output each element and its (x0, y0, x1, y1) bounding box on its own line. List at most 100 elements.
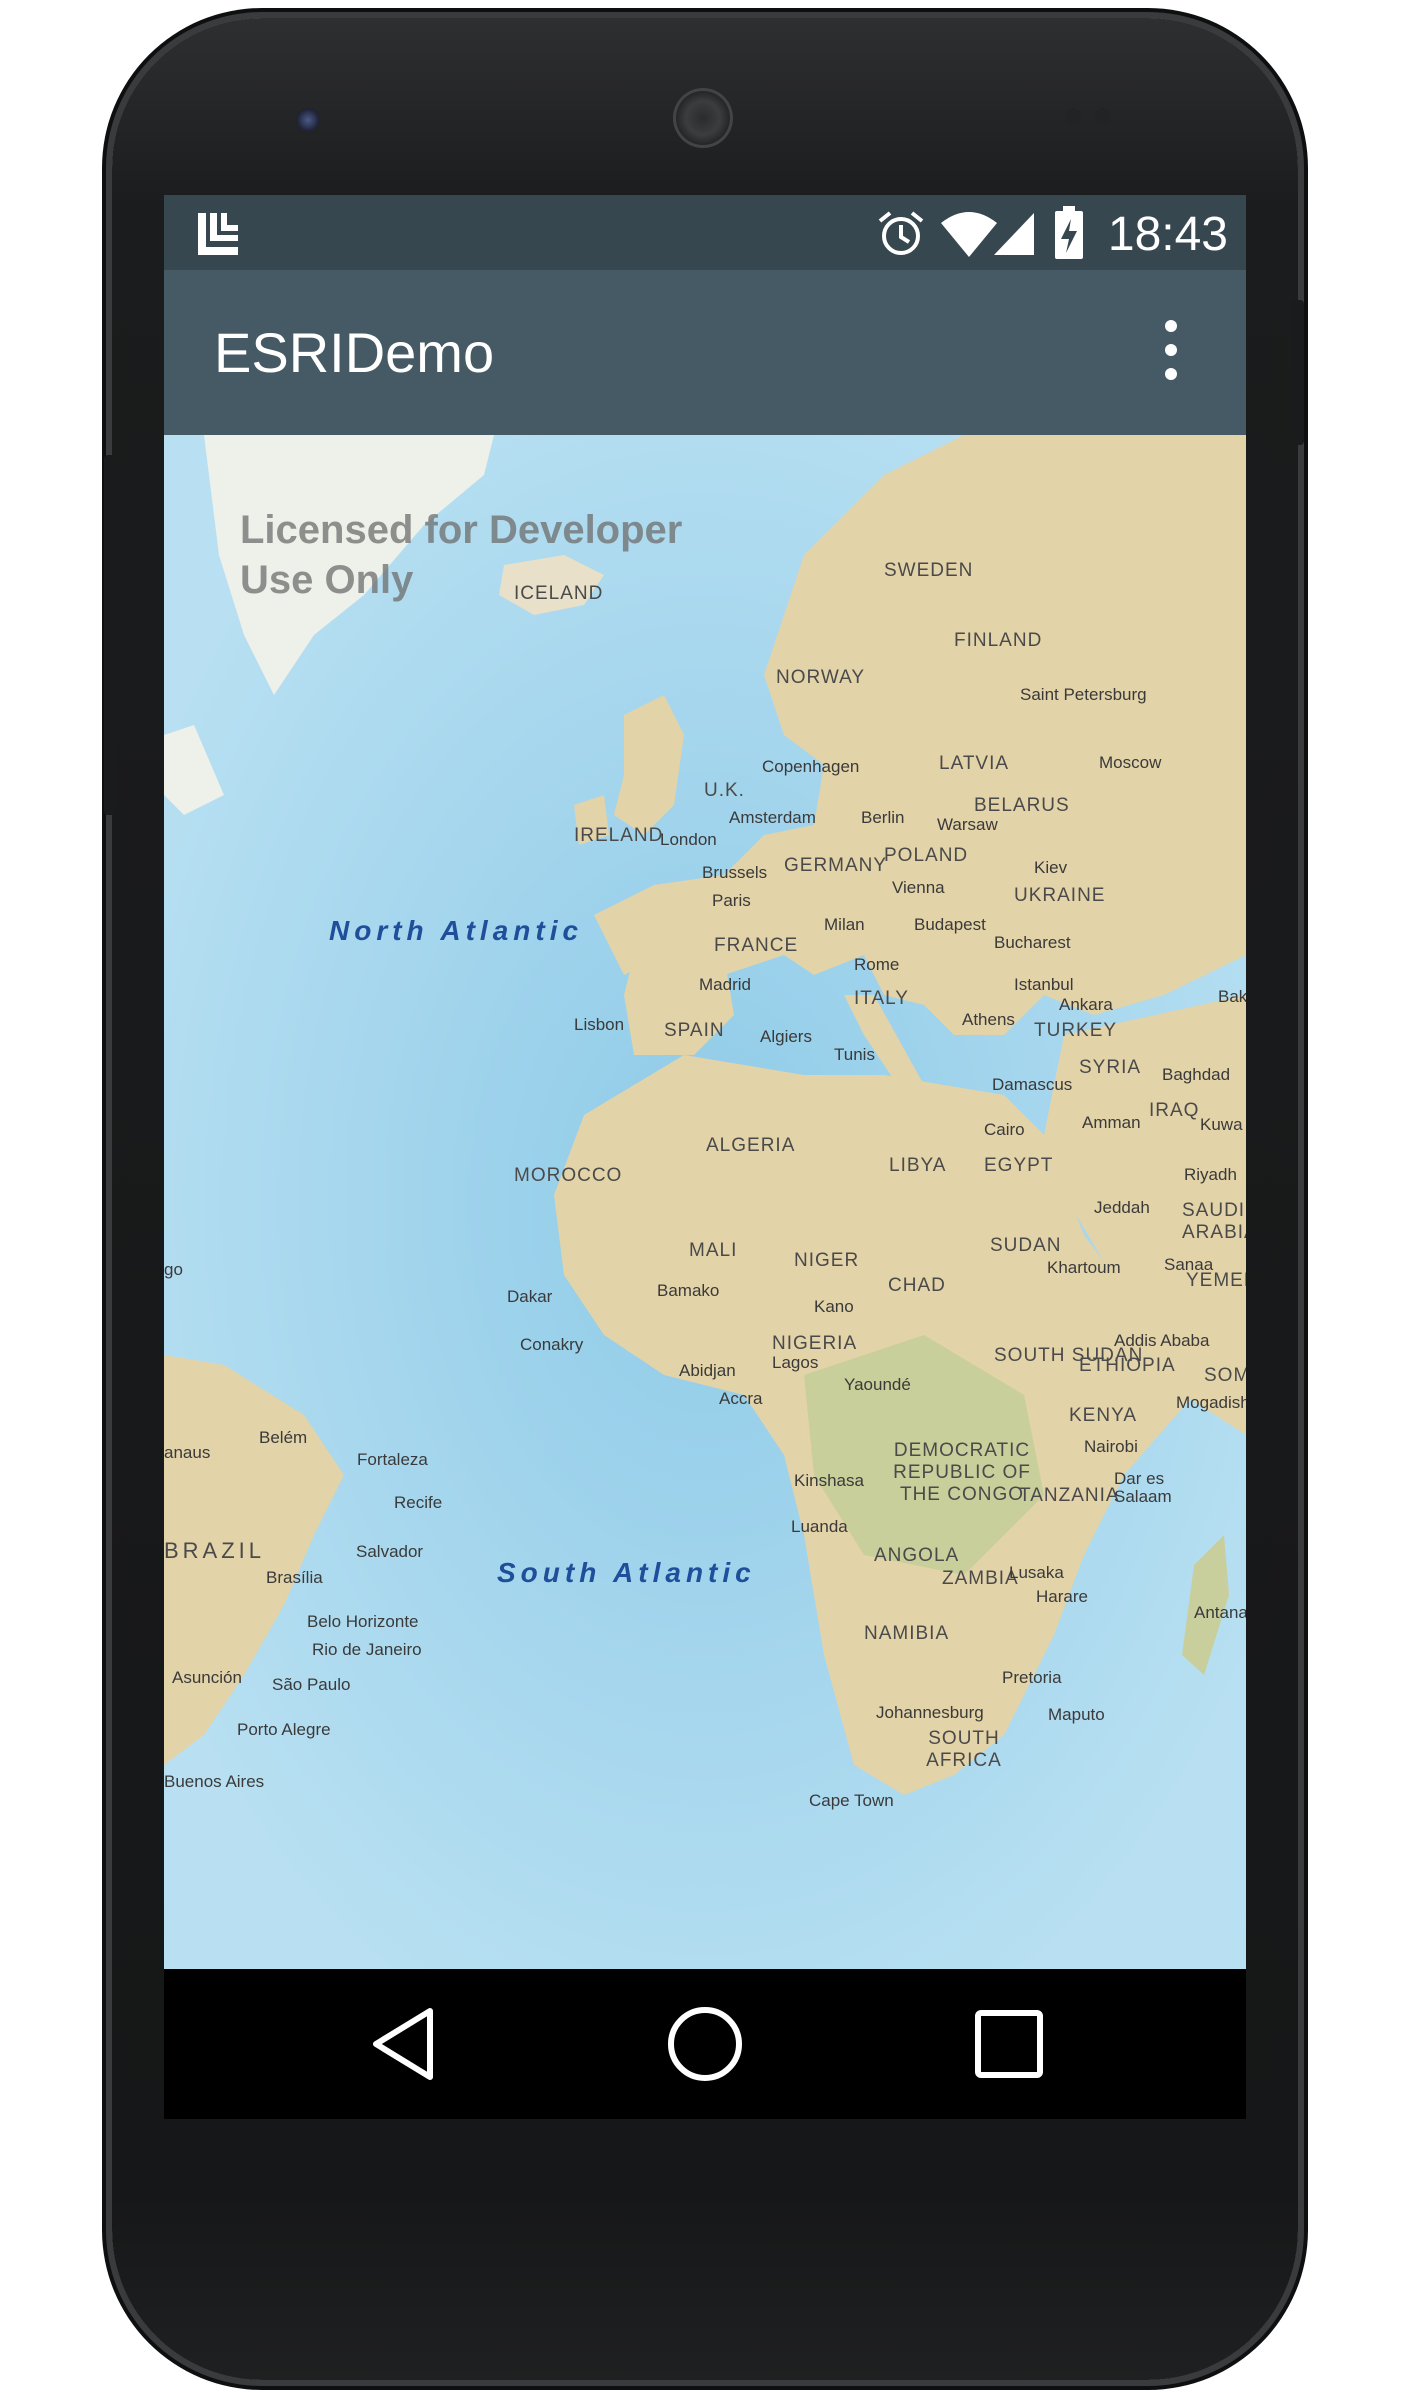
app-bar: ESRIDemo (164, 270, 1246, 435)
overflow-menu-icon[interactable] (1156, 320, 1186, 390)
city-label: Kano (814, 1297, 854, 1316)
country-label: TURKEY (1034, 1020, 1118, 1041)
city-label: Istanbul (1014, 975, 1074, 994)
proximity-sensors (1065, 108, 1125, 126)
wifi-icon (941, 212, 997, 257)
map-view[interactable]: Licensed for Developer Use Only North At… (164, 435, 1246, 1969)
city-label: Salvador (356, 1542, 424, 1561)
city-label: Milan (824, 915, 865, 934)
country-label: ANGOLA (874, 1545, 960, 1566)
city-label: Dar es Salaam (1114, 1469, 1172, 1506)
city-label: Mogadish (1176, 1393, 1246, 1412)
city-label: Brussels (702, 863, 768, 882)
country-label: NIGERIA (772, 1333, 858, 1354)
country-label: FRANCE (714, 935, 799, 956)
city-label: Amman (1082, 1113, 1141, 1132)
city-label: Berlin (861, 808, 905, 827)
country-label: SPAIN (664, 1020, 725, 1041)
city-label: Rome (854, 955, 900, 974)
city-label: Riyadh (1184, 1165, 1237, 1184)
country-label: SOUTH AFRICA (926, 1728, 1002, 1771)
home-icon[interactable] (660, 1999, 750, 2089)
country-label: BELARUS (974, 795, 1070, 816)
status-clock: 18:43 (1107, 208, 1228, 261)
city-label: Luanda (791, 1517, 848, 1536)
city-label: Bucharest (994, 933, 1071, 952)
country-label: SWEDEN (884, 560, 974, 581)
city-label: Budapest (914, 915, 986, 934)
back-icon[interactable] (360, 1999, 450, 2089)
country-label: BRAZIL (164, 1538, 266, 1563)
country-label: IRAQ (1149, 1100, 1200, 1121)
city-label: Bamako (657, 1281, 720, 1300)
city-label: go (164, 1260, 183, 1279)
city-label: Fortaleza (357, 1450, 428, 1469)
city-label: Abidjan (679, 1361, 736, 1380)
city-label: Asunción (172, 1668, 242, 1687)
city-label: Amsterdam (729, 808, 816, 827)
country-label: LIBYA (889, 1155, 947, 1176)
power-button (1292, 300, 1304, 445)
app-title: ESRIDemo (214, 321, 495, 384)
country-label: ALGERIA (706, 1135, 796, 1156)
country-label: MALI (689, 1240, 738, 1261)
city-label: São Paulo (272, 1675, 351, 1694)
city-label: Maputo (1048, 1705, 1105, 1724)
city-label: Kuwa (1200, 1115, 1243, 1134)
country-label: TANZANIA (1019, 1485, 1120, 1506)
earpiece-speaker (673, 88, 733, 148)
country-label: ETHIOPIA (1079, 1355, 1176, 1376)
city-label: Baghdad (1162, 1065, 1231, 1084)
status-bar: 18:43 (164, 195, 1246, 270)
country-label: SYRIA (1079, 1057, 1142, 1078)
city-label: Ankara (1059, 995, 1113, 1014)
signal-icon (994, 213, 1034, 255)
city-label: Saint Petersburg (1020, 685, 1147, 704)
recents-icon[interactable] (964, 1999, 1054, 2089)
country-label: FINLAND (954, 630, 1043, 651)
city-label: anaus (164, 1443, 211, 1462)
country-label: GERMANY (784, 855, 888, 876)
phone-screen: 18:43 ESRIDemo Licensed for Developer Us… (164, 195, 1246, 2119)
city-label: Damascus (992, 1075, 1073, 1094)
city-label: Athens (962, 1010, 1015, 1029)
city-label: Conakry (520, 1335, 584, 1354)
city-label: Bak (1218, 987, 1246, 1006)
country-label: UKRAINE (1014, 885, 1106, 906)
country-label: NAMIBIA (864, 1623, 950, 1644)
city-label: Cairo (984, 1120, 1025, 1139)
city-label: Belém (259, 1428, 308, 1447)
city-label: Brasília (266, 1568, 323, 1587)
city-label: Nairobi (1084, 1437, 1138, 1456)
alarm-icon (878, 211, 924, 255)
country-label: IRELAND (574, 825, 664, 846)
city-label: Jeddah (1094, 1198, 1150, 1217)
city-label: London (660, 830, 717, 849)
city-label: Kinshasa (794, 1471, 864, 1490)
city-label: Vienna (892, 878, 945, 897)
city-label: Recife (394, 1493, 443, 1512)
country-label: U.K. (704, 780, 745, 801)
city-label: Accra (719, 1389, 763, 1408)
ocean-label: South Atlantic (497, 1557, 756, 1588)
country-label: SUDAN (990, 1235, 1062, 1256)
volume-button (104, 455, 116, 815)
city-label: Belo Horizonte (307, 1612, 419, 1631)
city-label: Khartoum (1047, 1258, 1121, 1277)
license-watermark: Licensed for Developer Use Only (240, 508, 683, 602)
city-label: Porto Alegre (237, 1720, 331, 1739)
navigation-bar (164, 1969, 1246, 2119)
city-label: Buenos Aires (164, 1772, 265, 1791)
city-label: Lagos (772, 1353, 819, 1372)
city-label: Madrid (699, 975, 751, 994)
ocean-label: North Atlantic (329, 915, 584, 946)
country-label: ZAMBIA (942, 1568, 1019, 1589)
city-label: Algiers (760, 1027, 812, 1046)
city-label: Cape Town (809, 1791, 894, 1810)
country-label: NORWAY (776, 667, 866, 688)
city-label: Addis Ababa (1114, 1331, 1210, 1350)
country-label: SOMA (1204, 1365, 1246, 1386)
country-label: EGYPT (984, 1155, 1054, 1176)
country-label: SAUDI ARABIA (1182, 1200, 1246, 1243)
country-label: POLAND (884, 845, 969, 866)
